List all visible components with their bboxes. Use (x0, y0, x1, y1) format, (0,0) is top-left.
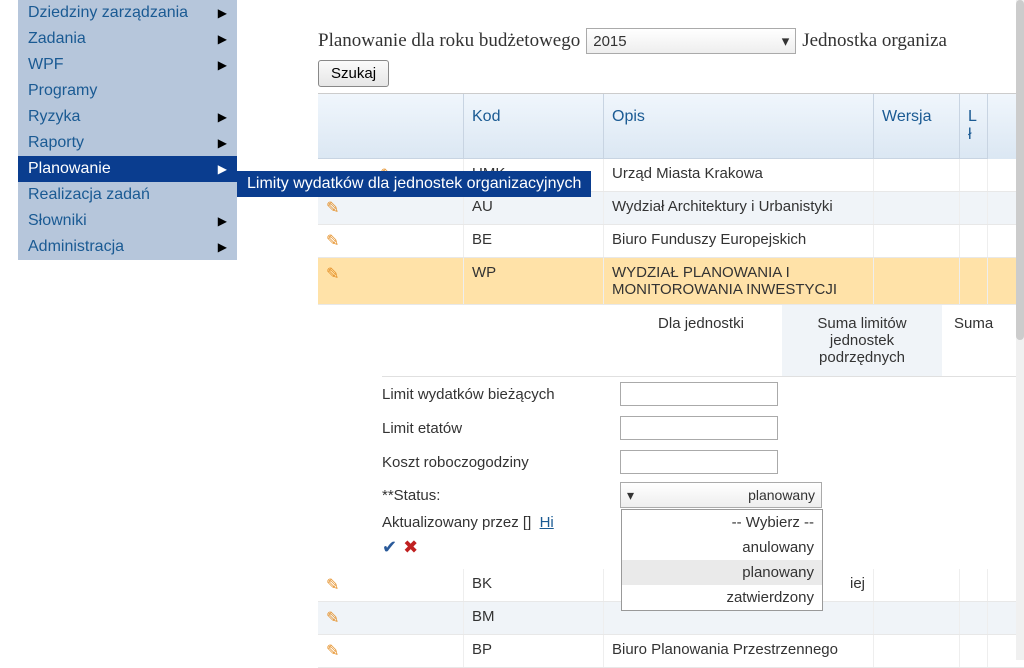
org-label: Jednostka organiza (802, 30, 947, 52)
dropdown-option[interactable]: planowany (622, 560, 822, 585)
chevron-right-icon: ▶ (218, 240, 227, 254)
limit-etatow-input[interactable] (620, 416, 778, 440)
detail-panel: Dla jednostki Suma limitów jednostek pod… (318, 305, 1024, 569)
chevron-down-icon: ▾ (627, 487, 634, 504)
search-button[interactable]: Szukaj (318, 60, 389, 87)
sidebar: Dziedziny zarządzania▶ Zadania▶ WPF▶ Pro… (18, 0, 237, 260)
sidebar-item-realizacja[interactable]: Realizacja zadań (18, 182, 237, 208)
table-row[interactable]: ✎ BE Biuro Funduszy Europejskich (318, 225, 1024, 258)
edit-icon[interactable]: ✎ (326, 577, 339, 594)
sidebar-item-raporty[interactable]: Raporty▶ (18, 130, 237, 156)
sidebar-item-dziedziny[interactable]: Dziedziny zarządzania▶ (18, 0, 237, 26)
chevron-right-icon: ▶ (218, 58, 227, 72)
chevron-right-icon: ▶ (218, 214, 227, 228)
status-dropdown: -- Wybierz -- anulowany planowany zatwie… (621, 509, 823, 611)
dropdown-option[interactable]: zatwierdzony (622, 585, 822, 610)
col-opis[interactable]: Opis (604, 94, 874, 159)
sidebar-item-programy[interactable]: Programy (18, 78, 237, 104)
edit-icon[interactable]: ✎ (326, 643, 339, 660)
table-row[interactable]: ✎ WP WYDZIAŁ PLANOWANIA I MONITOROWANIA … (318, 258, 1024, 305)
sidebar-item-slowniki[interactable]: Słowniki▶ (18, 208, 237, 234)
koszt-roboczo-input[interactable] (620, 450, 778, 474)
detail-col-dla: Dla jednostki (620, 305, 782, 376)
sidebar-item-planowanie[interactable]: Planowanie▶ (18, 156, 237, 182)
status-select[interactable]: ▾ planowany -- Wybierz -- anulowany plan… (620, 482, 822, 508)
planning-label: Planowanie dla roku budżetowego (318, 30, 580, 52)
sidebar-item-ryzyka[interactable]: Ryzyka▶ (18, 104, 237, 130)
sidebar-item-administracja[interactable]: Administracja▶ (18, 234, 237, 260)
table-row[interactable]: ✎ BP Biuro Planowania Przestrzennego (318, 635, 1024, 668)
col-last[interactable]: L ł (960, 94, 988, 159)
chevron-right-icon: ▶ (218, 110, 227, 124)
scrollbar-thumb[interactable] (1016, 0, 1024, 340)
dropdown-option[interactable]: -- Wybierz -- (622, 510, 822, 535)
year-select[interactable]: 2015▾ (586, 28, 796, 54)
chevron-right-icon: ▶ (218, 136, 227, 150)
chevron-right-icon: ▶ (218, 162, 227, 176)
content: Planowanie dla roku budżetowego 2015▾ Je… (318, 28, 1024, 668)
status-label: **Status: (382, 487, 620, 504)
grid-header: Kod Opis Wersja L ł (318, 94, 1024, 159)
edit-icon[interactable]: ✎ (326, 266, 339, 283)
history-link[interactable]: Hi (540, 514, 554, 531)
chevron-right-icon: ▶ (218, 32, 227, 46)
chevron-right-icon: ▶ (218, 6, 227, 20)
limit-etatow-label: Limit etatów (382, 420, 620, 437)
detail-col-suma: Suma (942, 305, 1002, 376)
cancel-icon[interactable]: ✖ (403, 537, 418, 557)
limit-biezacych-input[interactable] (620, 382, 778, 406)
limit-biezacych-label: Limit wydatków bieżących (382, 386, 620, 403)
confirm-icon[interactable]: ✔ (382, 537, 397, 557)
dropdown-option[interactable]: anulowany (622, 535, 822, 560)
col-kod[interactable]: Kod (464, 94, 604, 159)
edit-icon[interactable]: ✎ (326, 200, 339, 217)
edit-icon[interactable]: ✎ (326, 610, 339, 627)
sidebar-item-zadania[interactable]: Zadania▶ (18, 26, 237, 52)
scrollbar[interactable] (1016, 0, 1024, 660)
chevron-down-icon: ▾ (782, 32, 790, 50)
detail-col-suma-pod: Suma limitów jednostek podrzędnych (782, 305, 942, 376)
submenu-limity[interactable]: Limity wydatków dla jednostek organizacy… (237, 171, 591, 197)
koszt-roboczo-label: Koszt roboczogodziny (382, 454, 620, 471)
edit-icon[interactable]: ✎ (326, 233, 339, 250)
sidebar-item-wpf[interactable]: WPF▶ (18, 52, 237, 78)
col-wersja[interactable]: Wersja (874, 94, 960, 159)
